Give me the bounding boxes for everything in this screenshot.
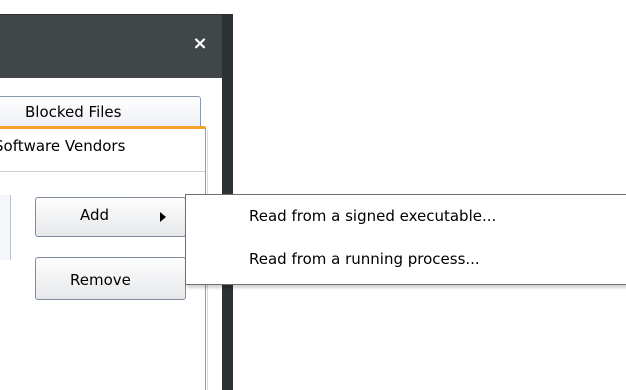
- active-tab-highlight: [0, 126, 206, 129]
- add-button[interactable]: Add: [35, 197, 186, 237]
- vendors-list[interactable]: [0, 195, 11, 260]
- submenu-arrow-icon: [160, 212, 166, 222]
- tab-page-divider: [0, 171, 205, 172]
- remove-button-label: Remove: [70, 271, 131, 289]
- menu-item-read-running-process[interactable]: Read from a running process...: [186, 247, 626, 277]
- menu-item-label: Read from a signed executable...: [249, 207, 497, 225]
- tab-blocked-files[interactable]: Blocked Files: [0, 96, 201, 127]
- add-button-label: Add: [80, 206, 110, 224]
- title-bar[interactable]: [0, 14, 222, 78]
- remove-button[interactable]: Remove: [35, 257, 186, 300]
- close-icon[interactable]: ×: [190, 32, 210, 56]
- add-dropdown-menu: Read from a signed executable... Read fr…: [185, 194, 626, 285]
- menu-item-label: Read from a running process...: [249, 250, 480, 268]
- menu-item-read-signed-executable[interactable]: Read from a signed executable...: [186, 204, 626, 234]
- tab-software-vendors[interactable]: Software Vendors: [0, 137, 125, 155]
- tab-blocked-files-label: Blocked Files: [25, 103, 122, 121]
